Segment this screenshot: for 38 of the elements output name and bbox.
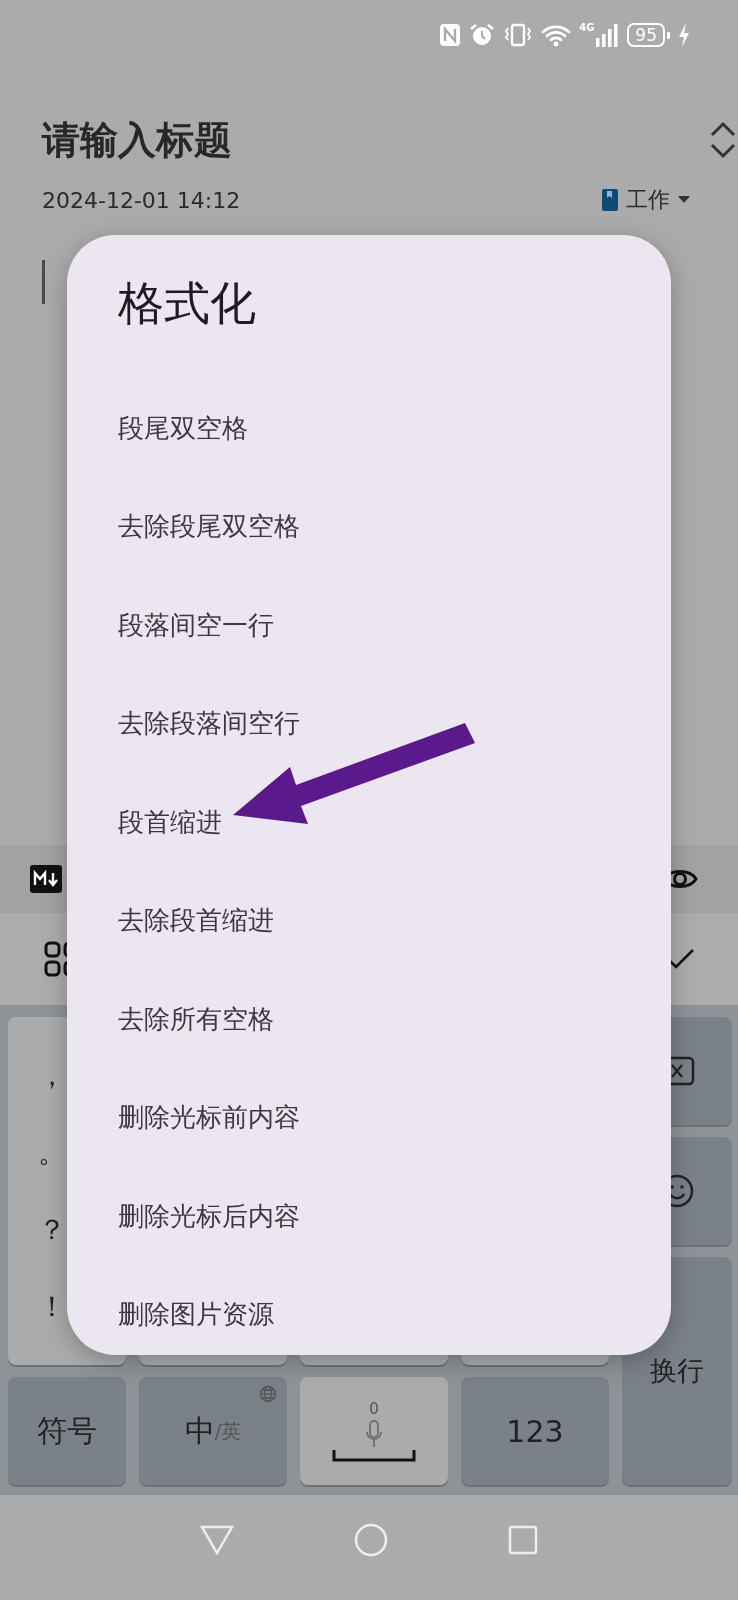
vibrate-icon [503,23,534,47]
nfc-icon [439,23,462,47]
dialog-title: 格式化 [118,275,256,332]
menu-item[interactable]: 段落间空一行 [118,607,274,643]
wifi-icon [541,23,572,47]
symbols-key[interactable]: 符号 [8,1377,126,1485]
caret-icon [678,196,690,204]
menu-item[interactable]: 删除图片资源 [118,1297,274,1333]
space-bar-icon [332,1450,416,1462]
notebook-selector[interactable]: 工作 [626,185,670,215]
menu-item[interactable]: 删除光标后内容 [118,1198,300,1234]
markdown-icon[interactable] [30,865,62,893]
menu-item[interactable]: 去除段尾双空格 [118,509,300,545]
menu-item[interactable]: 去除所有空格 [118,1001,274,1037]
microphone-icon [366,1420,382,1448]
punctuation-key[interactable]: 。 [38,1135,66,1170]
signal-icon [595,23,620,47]
menu-item[interactable]: 删除光标前内容 [118,1100,300,1136]
text-cursor [42,260,45,304]
alarm-icon [469,23,496,47]
network-type: 4G [579,23,595,33]
charging-icon [678,23,690,47]
globe-icon [259,1385,277,1403]
note-date: 2024-12-01 14:12 [42,187,241,213]
punctuation-key[interactable]: ， [38,1058,66,1093]
check-icon[interactable] [668,949,694,969]
punctuation-key[interactable]: ！ [38,1289,66,1324]
title-placeholder[interactable]: 请输入标题 [42,114,232,166]
menu-item[interactable]: 段尾双空格 [118,410,248,446]
notebook-icon [602,189,618,211]
expand-collapse-icon[interactable] [710,121,736,159]
battery-level: 95 [627,23,665,47]
menu-item[interactable]: 段首缩进 [118,804,222,840]
punctuation-key[interactable]: ？ [38,1212,66,1247]
menu-item[interactable]: 去除段首缩进 [118,903,274,939]
menu-item[interactable]: 去除段落间空行 [118,706,300,742]
key-hint: 0 [369,1400,379,1418]
number-key[interactable]: 123 [461,1377,609,1485]
